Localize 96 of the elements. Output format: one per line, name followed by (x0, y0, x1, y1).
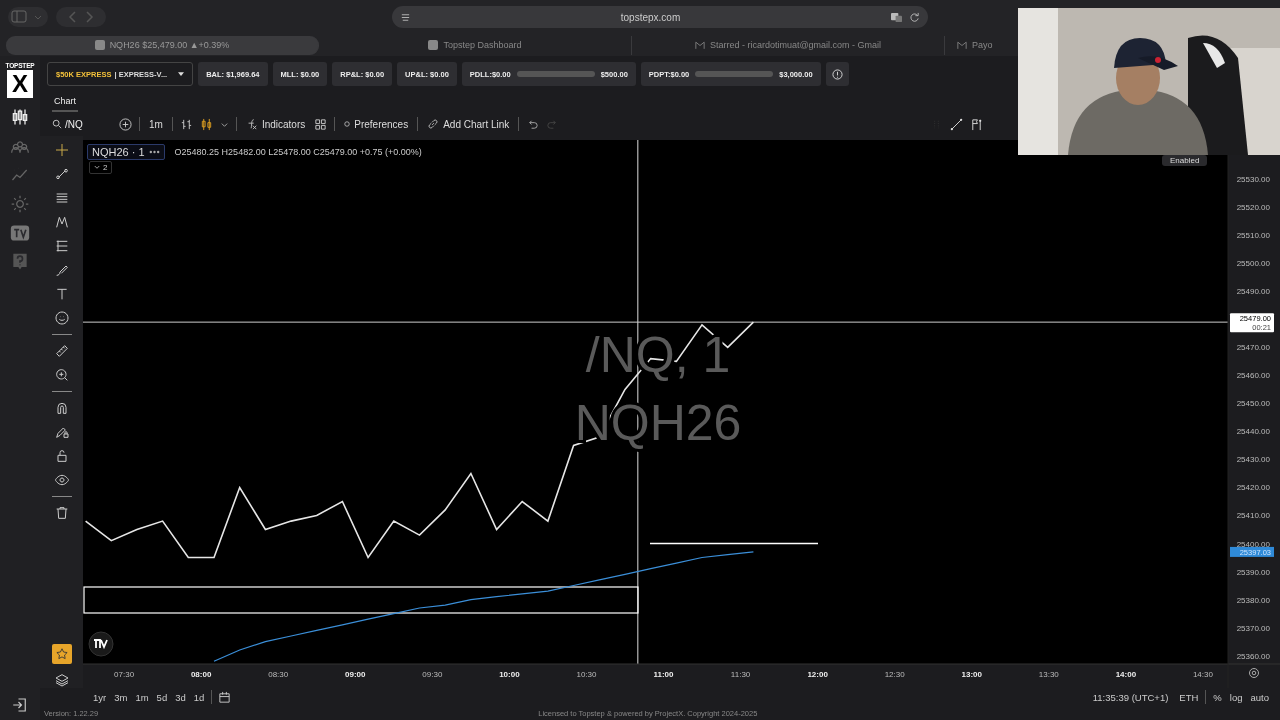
flag-icon[interactable] (970, 117, 983, 131)
price-axis-label: 25460.00 (1236, 371, 1270, 381)
browser-tab[interactable]: Starred - ricardotimuat@gmail.com - Gmail (632, 35, 945, 55)
log-button[interactable]: log (1228, 691, 1244, 703)
time-axis-label: 09:30 (422, 670, 443, 679)
interval-button[interactable]: 1m (147, 118, 165, 130)
page-menu-icon[interactable] (400, 11, 411, 23)
browser-tab[interactable]: NQH26 $25,479.00 ▲+0.39% (6, 35, 319, 55)
time-axis-label: 13:30 (1038, 670, 1059, 679)
bars-icon[interactable] (179, 117, 193, 131)
mail-icon (694, 40, 705, 50)
time-axis-label: 07:30 (114, 670, 135, 679)
candlestick-icon[interactable] (10, 107, 30, 127)
pattern-icon[interactable] (53, 214, 70, 230)
time-axis-label: 08:00 (190, 670, 212, 679)
price-axis-label: 25450.00 (1236, 399, 1270, 409)
ruler-icon[interactable] (53, 343, 70, 359)
time-axis-label: 14:00 (1115, 670, 1137, 679)
price-axis-label: 25470.00 (1236, 343, 1270, 353)
price-axis-label: 25360.00 (1236, 651, 1270, 661)
price-axis-label: 25380.00 (1236, 595, 1270, 605)
range-button[interactable]: 1d (192, 691, 206, 703)
zoom-in-icon[interactable] (53, 367, 70, 383)
tooltip: Enabled (1162, 155, 1208, 166)
calendar-icon[interactable] (218, 690, 232, 704)
favicon-icon (428, 40, 439, 50)
time-axis-label: 12:00 (807, 670, 828, 679)
panel-tab[interactable]: Chart (52, 96, 78, 112)
indicators-button[interactable]: Indicators (243, 118, 308, 130)
preferences-button[interactable]: Preferences (342, 118, 411, 130)
eye-icon[interactable] (53, 472, 70, 488)
time-axis-label: 08:30 (268, 670, 289, 679)
time-axis-label: 10:00 (499, 670, 520, 679)
price-axis-label: 25530.00 (1236, 175, 1270, 185)
symbol-search[interactable]: /NQ (52, 118, 112, 130)
price-axis-label: 25400.00 (1236, 539, 1270, 549)
indicator-toggle[interactable]: 2 (89, 161, 113, 174)
translate-icon[interactable] (890, 11, 903, 23)
browser-tab[interactable]: Topstep Dashboard (319, 35, 632, 55)
sidebar-toggle-icon[interactable] (8, 7, 48, 27)
grid-icon[interactable] (314, 117, 328, 131)
time-axis-label: 14:30 (1192, 670, 1213, 679)
auto-button[interactable]: auto (1249, 691, 1270, 703)
favicon-icon (94, 40, 105, 50)
time-axis-label: 12:30 (884, 670, 905, 679)
price-axis-label: 25510.00 (1236, 231, 1270, 241)
range-button[interactable]: 1m (134, 691, 150, 703)
more-icon[interactable] (148, 150, 160, 154)
price-axis-label: 25420.00 (1236, 483, 1270, 493)
clock-text: 11:35:39 (UTC+1) (1092, 691, 1169, 703)
mail-icon (957, 40, 967, 50)
price-axis-label: 25410.00 (1236, 511, 1270, 521)
price-axis-label: 25430.00 (1236, 455, 1270, 465)
ohlc-values: O25480.25 H25482.00 L25478.00 C25479.00 +0.75 (+0.00%) (174, 147, 422, 157)
logout-icon[interactable] (11, 696, 29, 714)
price-axis-label: 25490.00 (1236, 287, 1270, 297)
price-axis-label: 25520.00 (1236, 203, 1270, 213)
time-axis-label: 11:00 (653, 670, 674, 679)
info-icon[interactable] (831, 68, 843, 80)
time-axis-label: 10:30 (576, 670, 597, 679)
link-icon (427, 118, 440, 130)
price-axis-label: 25370.00 (1236, 623, 1270, 633)
range-button[interactable]: 3m (113, 691, 129, 703)
add-icon[interactable] (119, 117, 132, 131)
price-axis-label: 25440.00 (1236, 427, 1270, 437)
time-axis-label: 13:00 (961, 670, 982, 679)
price-axis-label: 25390.00 (1236, 567, 1270, 577)
time-axis-label: 11:30 (730, 670, 751, 679)
search-icon[interactable] (52, 119, 62, 129)
rectangle-drawing[interactable] (83, 586, 639, 614)
browser-tab[interactable]: Payo (945, 35, 993, 55)
range-button[interactable]: 3d (174, 691, 187, 703)
range-button[interactable]: 5d (155, 691, 169, 703)
reload-icon[interactable] (909, 11, 920, 23)
caret-icon[interactable] (178, 72, 185, 76)
crosshair-icon[interactable] (53, 142, 70, 158)
range-button[interactable]: 1yr (92, 691, 108, 703)
percent-button[interactable]: % (1212, 691, 1223, 703)
circle-icon (344, 121, 351, 127)
favorite-button[interactable] (51, 644, 72, 664)
symbol-chip[interactable]: NQH26 · 1 (87, 144, 165, 160)
smiley-icon[interactable] (53, 310, 70, 326)
session-button[interactable]: ETH (1178, 691, 1200, 703)
chart-link-button[interactable]: Add Chart Link (425, 118, 512, 130)
price-axis-label: 25500.00 (1236, 259, 1270, 269)
address-bar[interactable]: topstepx.com (392, 6, 928, 28)
candle-icon[interactable] (199, 117, 213, 131)
time-axis-label: 09:00 (345, 670, 366, 679)
tv-logo-icon[interactable] (88, 631, 114, 657)
chevron-icon (94, 165, 100, 170)
layers-icon[interactable] (53, 672, 70, 688)
axis-settings-icon[interactable] (1249, 668, 1259, 678)
line-tool-icon[interactable] (950, 117, 963, 131)
trend-line-icon[interactable] (53, 166, 70, 182)
horizontal-line-drawing[interactable] (649, 542, 819, 545)
tv-icon[interactable] (10, 223, 30, 243)
